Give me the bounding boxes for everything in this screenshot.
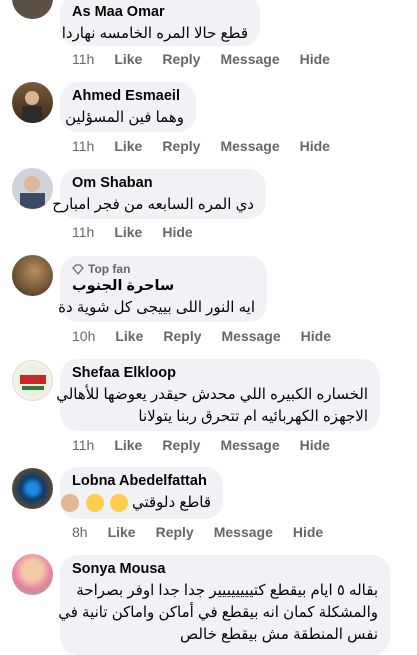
author-name[interactable]: Ahmed Esmaeil bbox=[72, 88, 184, 104]
author-name[interactable]: Sonya Mousa bbox=[72, 561, 378, 577]
comment-text: قاطع دلوقتي bbox=[61, 492, 211, 514]
like-button[interactable]: Like bbox=[114, 224, 142, 240]
author-name[interactable]: As Maa Omar bbox=[72, 4, 248, 20]
message-button[interactable]: Message bbox=[214, 524, 273, 540]
avatar[interactable] bbox=[12, 255, 53, 296]
like-button[interactable]: Like bbox=[114, 138, 142, 154]
message-button[interactable]: Message bbox=[220, 138, 279, 154]
comment-line: قاطع دلوقتي bbox=[131, 494, 211, 511]
reply-button[interactable]: Reply bbox=[162, 51, 200, 67]
comment-bubble: Top fan ساحرة الجنوب ايه النور اللى بييج… bbox=[58, 256, 267, 322]
comment-bubble: Ahmed Esmaeil وهما فين المسؤلين bbox=[60, 82, 196, 132]
comment-text: دي المره السابعه من فجر امبارح bbox=[52, 196, 254, 213]
person-photo-icon bbox=[20, 176, 45, 209]
message-button[interactable]: Message bbox=[220, 437, 279, 453]
timestamp[interactable]: 11h bbox=[72, 224, 94, 240]
facepalm-icon bbox=[61, 494, 80, 513]
hide-button[interactable]: Hide bbox=[162, 224, 192, 240]
comment-bubble: Shefaa Elkloop الخساره الكبيره اللي محدش… bbox=[56, 359, 380, 431]
top-fan-badge: Top fan bbox=[72, 262, 255, 276]
like-button[interactable]: Like bbox=[115, 328, 143, 344]
person-photo-icon bbox=[22, 91, 42, 123]
timestamp[interactable]: 10h bbox=[72, 328, 95, 344]
like-button[interactable]: Like bbox=[108, 524, 136, 540]
reply-button[interactable]: Reply bbox=[156, 524, 194, 540]
message-button[interactable]: Message bbox=[220, 51, 279, 67]
comment-text: ايه النور اللى بييجى كل شوية دة bbox=[58, 299, 255, 316]
comment-line: والمشكلة كمان انه بيقطع في أماكن واماكن … bbox=[58, 604, 378, 621]
comment-actions: 8h Like Reply Message Hide bbox=[72, 524, 323, 540]
timestamp[interactable]: 11h bbox=[72, 51, 94, 67]
avatar[interactable] bbox=[12, 0, 53, 19]
hide-button[interactable]: Hide bbox=[300, 51, 330, 67]
reply-button[interactable]: Reply bbox=[162, 437, 200, 453]
comment-text: بقاله ٥ ايام بيقطع كتيييييييير جدا جدا ا… bbox=[58, 580, 378, 646]
avatar[interactable] bbox=[12, 468, 53, 509]
timestamp[interactable]: 11h bbox=[72, 437, 94, 453]
comment-text: وهما فين المسؤلين bbox=[65, 109, 184, 126]
comment-actions: 11h Like Reply Message Hide bbox=[72, 138, 330, 154]
author-name[interactable]: Om Shaban bbox=[72, 175, 254, 191]
comment-line: الاجهزه الكهربائيه ام تتحرق ربنا يتولانا bbox=[138, 408, 368, 425]
timestamp[interactable]: 8h bbox=[72, 524, 88, 540]
avatar[interactable] bbox=[12, 554, 53, 595]
comment-actions: 11h Like Reply Message Hide bbox=[72, 437, 330, 453]
comment-line: بقاله ٥ ايام بيقطع كتيييييييير جدا جدا ا… bbox=[76, 582, 378, 599]
author-name[interactable]: Shefaa Elkloop bbox=[72, 365, 368, 381]
author-name[interactable]: Lobna Abedelfattah bbox=[72, 473, 211, 489]
message-button[interactable]: Message bbox=[222, 328, 281, 344]
comment-line: نفس المنطقة مش بيقطع خالص bbox=[180, 626, 378, 643]
diamond-icon bbox=[72, 263, 84, 275]
hide-button[interactable]: Hide bbox=[293, 524, 323, 540]
comment-text: قطع حالا المره الخامسه نهاردا bbox=[61, 25, 248, 42]
crying-face-icon bbox=[109, 494, 128, 513]
hide-button[interactable]: Hide bbox=[301, 328, 331, 344]
reply-button[interactable]: Reply bbox=[162, 138, 200, 154]
avatar[interactable] bbox=[12, 82, 53, 123]
timestamp[interactable]: 11h bbox=[72, 138, 94, 154]
badge-label: Top fan bbox=[88, 262, 131, 276]
avatar[interactable] bbox=[12, 168, 53, 209]
reply-button[interactable]: Reply bbox=[163, 328, 201, 344]
comment-text: الخساره الكبيره اللي محدش حيقدر يعوضها ل… bbox=[56, 384, 368, 428]
comment-actions: 11h Like Hide bbox=[72, 224, 193, 240]
author-name[interactable]: ساحرة الجنوب bbox=[72, 278, 255, 294]
comment-actions: 10h Like Reply Message Hide bbox=[72, 328, 331, 344]
comment-bubble: Sonya Mousa بقاله ٥ ايام بيقطع كتييييييي… bbox=[58, 555, 390, 655]
like-button[interactable]: Like bbox=[114, 51, 142, 67]
hide-button[interactable]: Hide bbox=[300, 138, 330, 154]
comment-actions: 11h Like Reply Message Hide bbox=[72, 51, 330, 67]
avatar[interactable] bbox=[12, 360, 53, 401]
page-logo-icon bbox=[17, 365, 49, 397]
like-button[interactable]: Like bbox=[114, 437, 142, 453]
comment-line: الخساره الكبيره اللي محدش حيقدر يعوضها ل… bbox=[56, 386, 368, 403]
comment-bubble: As Maa Omar قطع حالا المره الخامسه نهارد… bbox=[60, 0, 260, 46]
hide-button[interactable]: Hide bbox=[300, 437, 330, 453]
sobbing-face-icon bbox=[85, 494, 104, 513]
comment-bubble: Om Shaban دي المره السابعه من فجر امبارح bbox=[52, 169, 266, 219]
comment-bubble: Lobna Abedelfattah قاطع دلوقتي bbox=[60, 467, 223, 519]
